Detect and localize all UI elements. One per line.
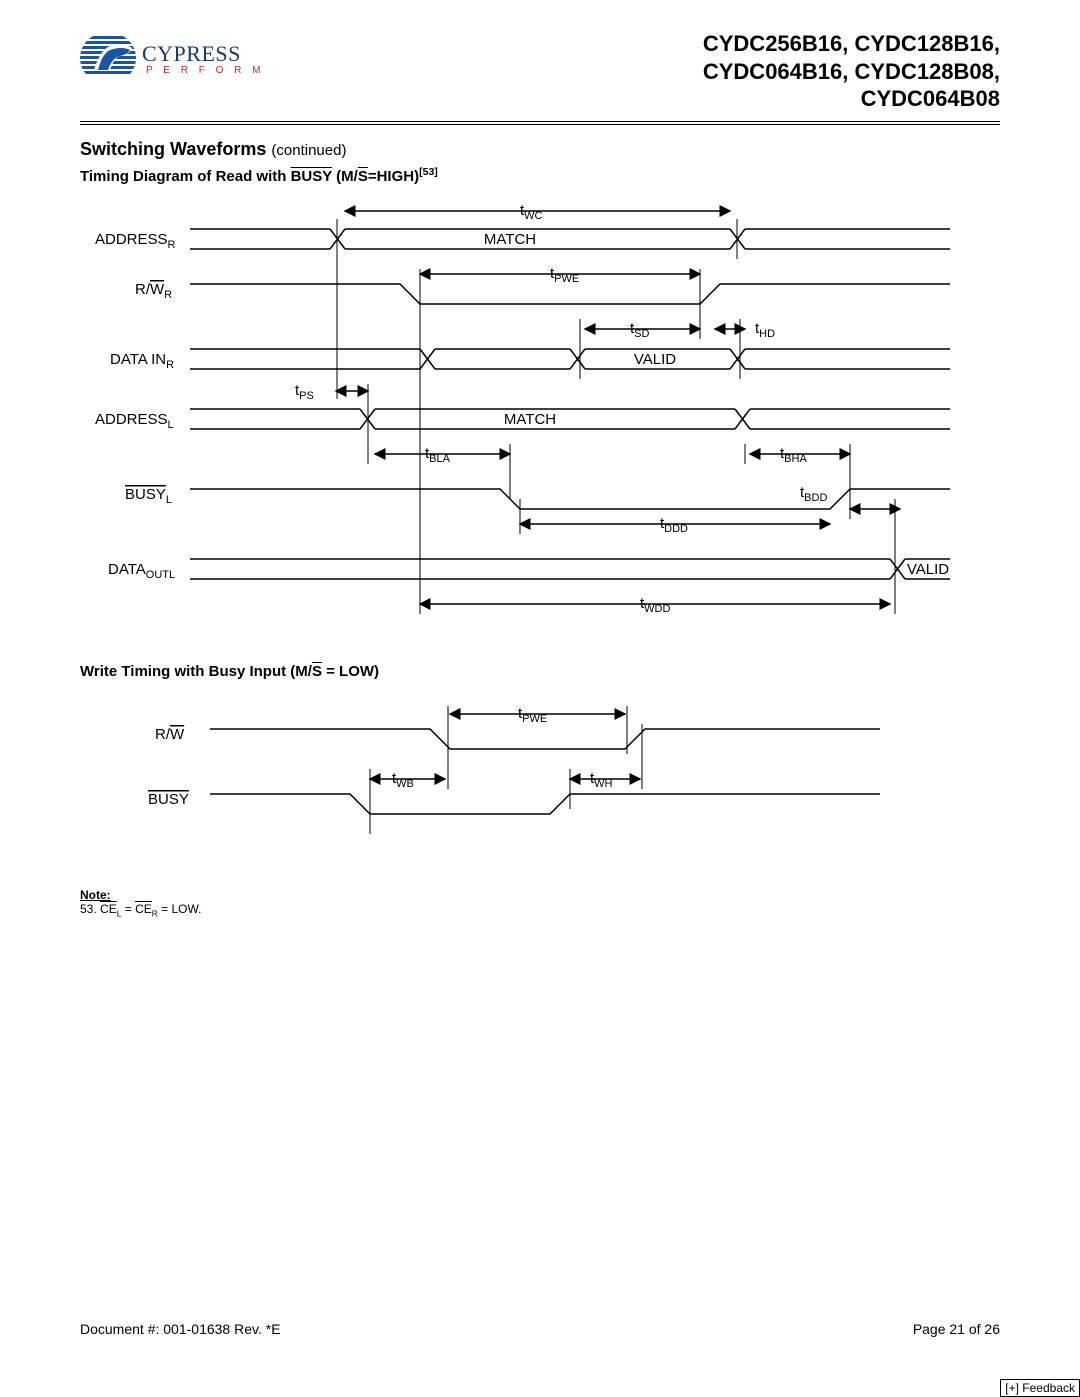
label-valid2: VALID xyxy=(907,561,949,578)
logo-name: CYPRESS xyxy=(142,41,241,67)
part-line-3: CYDC064B08 xyxy=(703,85,1000,113)
header-divider xyxy=(80,121,1000,125)
label-twc: tWC xyxy=(520,202,543,222)
note-heading: Note: xyxy=(80,888,111,902)
label-tsd: tSD xyxy=(630,320,650,340)
signal-address-l: ADDRESSL xyxy=(95,411,174,431)
label-twdd: tWDD xyxy=(640,595,670,615)
signal-rw: R/W xyxy=(155,726,185,743)
label-valid1: VALID xyxy=(634,351,676,368)
label-thd: tHD xyxy=(755,320,775,340)
feedback-button[interactable]: [+] Feedback xyxy=(1000,1379,1080,1397)
signal-busy: BUSY xyxy=(148,791,189,808)
label-twh: tWH xyxy=(590,770,613,790)
diagram2-title: Write Timing with Busy Input (M/S = LOW) xyxy=(80,663,1000,680)
footnote: Note: 53. CEL = CER = LOW. xyxy=(80,888,1000,918)
part-line-1: CYDC256B16, CYDC128B16, xyxy=(703,30,1000,58)
part-numbers: CYDC256B16, CYDC128B16, CYDC064B16, CYDC… xyxy=(703,30,1000,113)
label-tps: tPS xyxy=(295,382,314,402)
signal-address-r: ADDRESSR xyxy=(95,231,176,251)
label-tbha: tBHA xyxy=(780,445,807,465)
page-footer: Document #: 001-01638 Rev. *E Page 21 of… xyxy=(80,1321,1000,1337)
logo-tagline: P E R F O R M xyxy=(146,65,265,76)
timing-diagram-1: ADDRESSR R/WR DATA INR ADDRESSL BUSYL DA… xyxy=(80,199,1000,639)
label-tbla: tBLA xyxy=(425,445,451,465)
signal-data-in-r: DATA INR xyxy=(110,351,174,371)
signal-busy-l: BUSYL xyxy=(125,486,172,506)
page-header: CYPRESS P E R F O R M CYDC256B16, CYDC12… xyxy=(80,30,1000,113)
cypress-tree-icon xyxy=(80,30,140,86)
signal-rw-r: R/WR xyxy=(135,281,172,301)
label-tpwe-2: tPWE xyxy=(518,705,547,725)
cypress-logo: CYPRESS P E R F O R M xyxy=(80,30,265,86)
label-match1: MATCH xyxy=(484,231,536,248)
part-line-2: CYDC064B16, CYDC128B08, xyxy=(703,58,1000,86)
label-match2: MATCH xyxy=(504,411,556,428)
timing-diagram-2: R/W BUSY tPWE tWB tWH xyxy=(80,694,1000,864)
label-tpwe: tPWE xyxy=(550,265,579,285)
doc-number: Document #: 001-01638 Rev. *E xyxy=(80,1321,281,1337)
page-number: Page 21 of 26 xyxy=(913,1321,1000,1337)
section-title: Switching Waveforms (continued) xyxy=(80,139,1000,160)
label-twb: tWB xyxy=(392,770,414,790)
diagram1-title: Timing Diagram of Read with BUSY (M/S=HI… xyxy=(80,166,1000,185)
label-tbdd: tBDD xyxy=(800,484,827,504)
label-tddd: tDDD xyxy=(660,515,688,535)
signal-data-outl: DATAOUTL xyxy=(108,561,175,581)
